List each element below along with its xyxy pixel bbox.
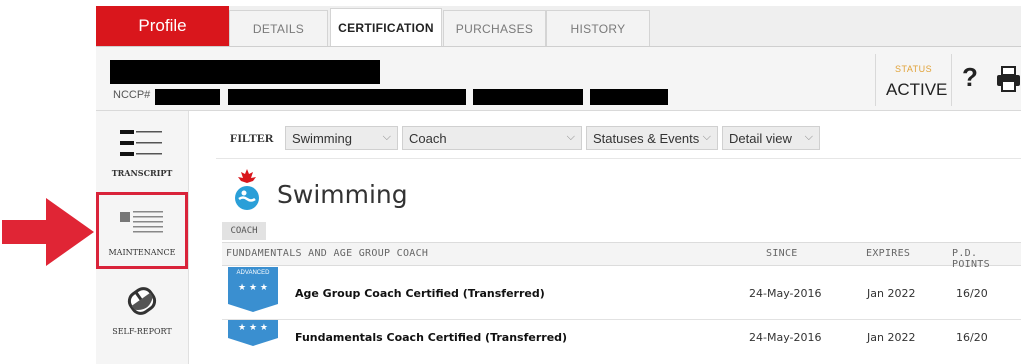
help-icon[interactable]: ? bbox=[962, 62, 978, 93]
nav-item-maintenance[interactable]: MAINTENANCE bbox=[96, 192, 188, 269]
sport-title: Swimming bbox=[277, 180, 408, 209]
status-value: ACTIVE bbox=[886, 80, 948, 99]
pd-points: 16/20 bbox=[956, 287, 988, 300]
expires-date: Jan 2022 bbox=[867, 331, 916, 344]
nav-label-transcript: TRANSCRIPT bbox=[111, 168, 173, 178]
table-row[interactable]: ★ ★ ★ Fundamentals Coach Certified (Tran… bbox=[222, 320, 1021, 364]
table-row[interactable]: ADVANCED ★ ★ ★ Age Group Coach Certified… bbox=[222, 266, 1021, 318]
column-header-name: FUNDAMENTALS AND AGE GROUP COACH bbox=[226, 248, 429, 259]
redacted-field bbox=[228, 89, 466, 105]
pd-points: 16/20 bbox=[956, 331, 988, 344]
divider bbox=[216, 158, 1021, 159]
filter-label: FILTER bbox=[230, 131, 274, 145]
nav-item-self-report[interactable]: SELF-REPORT bbox=[96, 278, 188, 343]
since-date: 24-May-2016 bbox=[749, 331, 822, 344]
status-label: STATUS bbox=[895, 64, 933, 74]
certification-title: Fundamentals Coach Certified (Transferre… bbox=[295, 331, 568, 344]
role-select-value: Coach bbox=[409, 130, 447, 146]
advanced-badge: ADVANCED bbox=[228, 267, 278, 278]
certification-title: Age Group Coach Certified (Transferred) bbox=[295, 287, 545, 300]
redacted-field bbox=[590, 89, 668, 105]
column-header-since: SINCE bbox=[766, 248, 798, 259]
role-select[interactable]: Coach ⌵ bbox=[402, 126, 582, 150]
view-select[interactable]: Detail view ⌵ bbox=[722, 126, 820, 150]
print-icon[interactable] bbox=[996, 66, 1021, 96]
sport-select-value: Swimming bbox=[292, 130, 352, 146]
tab-certification[interactable]: CERTIFICATION bbox=[330, 8, 442, 46]
self-report-icon bbox=[124, 284, 160, 322]
sport-select[interactable]: Swimming ⌵ bbox=[285, 126, 398, 150]
view-select-value: Detail view bbox=[729, 130, 792, 146]
redacted-name bbox=[110, 60, 380, 84]
star-rating: ★ ★ ★ bbox=[238, 323, 268, 333]
since-date: 24-May-2016 bbox=[749, 287, 822, 300]
column-header-expires: EXPIRES bbox=[866, 248, 911, 259]
maintenance-icon bbox=[120, 209, 164, 239]
tab-details[interactable]: DETAILS bbox=[229, 10, 328, 46]
chevron-down-icon: ⌵ bbox=[382, 131, 391, 143]
star-rating: ★ ★ ★ bbox=[238, 283, 268, 293]
redacted-field bbox=[473, 89, 583, 105]
chevron-down-icon: ⌵ bbox=[804, 131, 813, 143]
statuses-select-value: Statuses & Events bbox=[593, 130, 700, 146]
tab-history[interactable]: HISTORY bbox=[546, 10, 650, 46]
divider bbox=[951, 54, 952, 106]
redacted-nccp bbox=[155, 89, 220, 105]
profile-title: Profile bbox=[96, 6, 229, 46]
statuses-select[interactable]: Statuses & Events ⌵ bbox=[586, 126, 718, 150]
swimming-logo-icon bbox=[230, 168, 264, 216]
nav-item-transcript[interactable]: TRANSCRIPT bbox=[96, 120, 188, 182]
nav-label-self-report: SELF-REPORT bbox=[112, 327, 172, 336]
nccp-label: NCCP# bbox=[113, 89, 151, 101]
expires-date: Jan 2022 bbox=[867, 287, 916, 300]
arrow-right-icon bbox=[2, 198, 94, 270]
tab-purchases[interactable]: PURCHASES bbox=[443, 10, 546, 46]
transcript-icon bbox=[120, 128, 164, 162]
chevron-down-icon: ⌵ bbox=[702, 131, 711, 143]
context-tag: COACH bbox=[222, 222, 266, 240]
nav-label-maintenance: MAINTENANCE bbox=[108, 248, 176, 257]
chevron-down-icon: ⌵ bbox=[566, 131, 575, 143]
